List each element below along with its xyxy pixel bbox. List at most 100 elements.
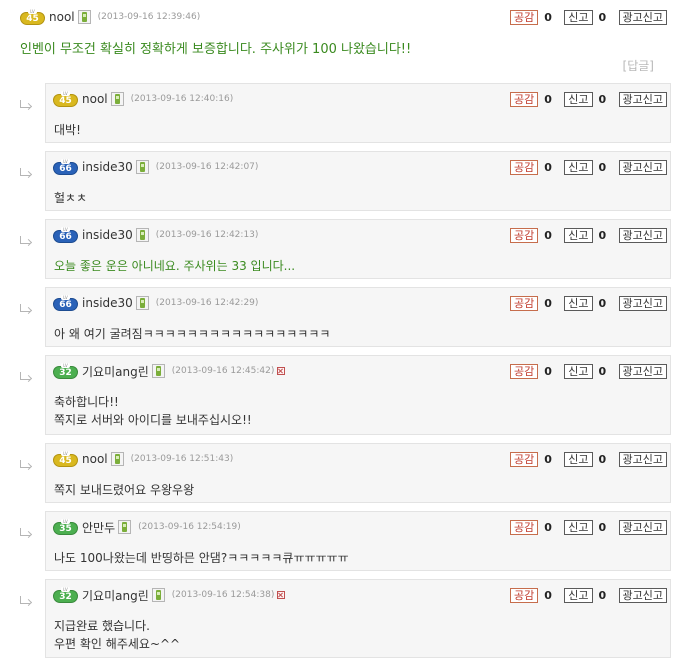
comment-timestamp: (2013-09-16 12:54:38) [171, 590, 275, 600]
reply-header: LV 66 inside30 (2013-09-16 12:42:07) 공감 … [53, 157, 667, 177]
like-count: 0 [544, 10, 552, 24]
flag-x-icon[interactable] [277, 367, 286, 375]
like-button[interactable]: 공감 [510, 227, 539, 243]
reply-item: LV 32 기요미ang린 (2013-09-16 12:45:42) 공감 0… [0, 355, 687, 435]
report-count: 0 [598, 452, 607, 466]
report-button[interactable]: 신고 [564, 9, 593, 25]
mobile-phone-icon [135, 160, 149, 174]
mobile-phone-icon [110, 452, 124, 466]
reply-arrow-icon [18, 100, 33, 112]
level-badge-icon: LV 45 [53, 451, 78, 467]
level-number: 45 [26, 14, 39, 24]
level-badge-icon: LV 66 [53, 159, 78, 175]
like-button[interactable]: 공감 [510, 587, 539, 603]
reply-box: LV 32 기요미ang린 (2013-09-16 12:54:38) 공감 0… [45, 579, 671, 658]
report-count: 0 [598, 160, 607, 174]
like-count: 0 [544, 160, 552, 174]
like-button[interactable]: 공감 [510, 9, 539, 25]
author-nickname[interactable]: inside30 [82, 228, 133, 242]
ad-report-button[interactable]: 광고신고 [618, 9, 667, 25]
comment-actions: 공감 0 신고 0 광고신고 [510, 226, 667, 244]
author-nickname[interactable]: nool [49, 10, 75, 24]
level-number: 45 [59, 96, 72, 106]
report-button[interactable]: 신고 [564, 91, 593, 107]
report-button[interactable]: 신고 [564, 587, 593, 603]
like-count: 0 [544, 364, 552, 378]
comment-body: 나도 100나왔는데 반띵하믄 안댐?ㅋㅋㅋㅋㅋ큐ㅠㅠㅠㅠㅠ [54, 549, 654, 567]
reply-button[interactable]: [답글] [623, 57, 654, 74]
level-number: 66 [59, 300, 72, 310]
like-button[interactable]: 공감 [510, 519, 539, 535]
author-info: LV 66 inside30 (2013-09-16 12:42:13) [53, 225, 258, 245]
reply-box: LV 66 inside30 (2013-09-16 12:42:07) 공감 … [45, 151, 671, 211]
like-button[interactable]: 공감 [510, 91, 539, 107]
level-number: 45 [59, 456, 72, 466]
reply-box: LV 66 inside30 (2013-09-16 12:42:13) 공감 … [45, 219, 671, 279]
reply-item: LV 45 nool (2013-09-16 12:51:43) 공감 0 신고… [0, 443, 687, 503]
ad-report-button[interactable]: 광고신고 [618, 295, 667, 311]
ad-report-button[interactable]: 광고신고 [618, 451, 667, 467]
ad-report-button[interactable]: 광고신고 [618, 227, 667, 243]
report-count: 0 [598, 296, 607, 310]
report-button[interactable]: 신고 [564, 363, 593, 379]
comment-actions: 공감 0 신고 0 광고신고 [510, 518, 667, 536]
report-count: 0 [598, 364, 607, 378]
ad-report-button[interactable]: 광고신고 [618, 519, 667, 535]
comment-actions: 공감 0 신고 0 광고신고 [510, 8, 667, 26]
report-button[interactable]: 신고 [564, 159, 593, 175]
level-badge-icon: LV 35 [53, 519, 78, 535]
author-nickname[interactable]: nool [82, 92, 108, 106]
ad-report-button[interactable]: 광고신고 [618, 91, 667, 107]
comment-line: 우편 확인 해주세요~^^ [54, 637, 181, 651]
reply-arrow-icon [18, 304, 33, 316]
comment-body: 쪽지 보내드렸어요 우왕우왕 [54, 481, 654, 499]
report-button[interactable]: 신고 [564, 519, 593, 535]
report-button[interactable]: 신고 [564, 295, 593, 311]
reply-arrow-icon [18, 372, 33, 384]
comment-line: 쪽지로 서버와 아이디를 보내주십시오!! [54, 413, 252, 427]
reply-arrow-icon [18, 596, 33, 608]
like-button[interactable]: 공감 [510, 451, 539, 467]
like-button[interactable]: 공감 [510, 159, 539, 175]
like-count: 0 [544, 588, 552, 602]
reply-box: LV 45 nool (2013-09-16 12:40:16) 공감 0 신고… [45, 83, 671, 143]
mobile-phone-icon [151, 588, 165, 602]
author-nickname[interactable]: inside30 [82, 296, 133, 310]
reply-header: LV 66 inside30 (2013-09-16 12:42:13) 공감 … [53, 225, 667, 245]
comment-line: 축하합니다!! [54, 395, 119, 409]
author-nickname[interactable]: 기요미ang린 [82, 363, 149, 380]
author-nickname[interactable]: inside30 [82, 160, 133, 174]
comment-line: 대박! [54, 123, 81, 137]
reply-header: LV 32 기요미ang린 (2013-09-16 12:54:38) 공감 0… [53, 585, 667, 605]
like-button[interactable]: 공감 [510, 295, 539, 311]
ad-report-button[interactable]: 광고신고 [618, 587, 667, 603]
ad-report-button[interactable]: 광고신고 [618, 159, 667, 175]
author-nickname[interactable]: 안만두 [82, 519, 115, 536]
flag-x-icon[interactable] [277, 591, 286, 599]
comment-actions: 공감 0 신고 0 광고신고 [510, 158, 667, 176]
comment-timestamp: (2013-09-16 12:42:13) [155, 230, 259, 240]
ad-report-button[interactable]: 광고신고 [618, 363, 667, 379]
comment-timestamp: (2013-09-16 12:51:43) [130, 454, 234, 464]
comment-line: 오늘 좋은 운은 아니네요. 주사위는 33 입니다... [54, 259, 296, 273]
reply-header: LV 66 inside30 (2013-09-16 12:42:29) 공감 … [53, 293, 667, 313]
like-count: 0 [544, 296, 552, 310]
like-button[interactable]: 공감 [510, 363, 539, 379]
main-comment: LV 45 nool (2013-09-16 12:39:46) 공감 0 신고… [0, 0, 687, 82]
reply-arrow-icon [18, 236, 33, 248]
reply-box: LV 45 nool (2013-09-16 12:51:43) 공감 0 신고… [45, 443, 671, 503]
mobile-phone-icon [135, 296, 149, 310]
comment-line: 쪽지 보내드렸어요 우왕우왕 [54, 483, 195, 497]
report-button[interactable]: 신고 [564, 227, 593, 243]
comment-actions: 공감 0 신고 0 광고신고 [510, 450, 667, 468]
level-badge-icon: LV 32 [53, 587, 78, 603]
author-nickname[interactable]: nool [82, 452, 108, 466]
reply-item: LV 66 inside30 (2013-09-16 12:42:07) 공감 … [0, 151, 687, 211]
author-nickname[interactable]: 기요미ang린 [82, 587, 149, 604]
mobile-phone-icon [110, 92, 124, 106]
report-button[interactable]: 신고 [564, 451, 593, 467]
author-info: LV 66 inside30 (2013-09-16 12:42:29) [53, 293, 258, 313]
comment-actions: 공감 0 신고 0 광고신고 [510, 362, 667, 380]
report-count: 0 [598, 588, 607, 602]
author-info: LV 45 nool (2013-09-16 12:39:46) [20, 7, 200, 27]
